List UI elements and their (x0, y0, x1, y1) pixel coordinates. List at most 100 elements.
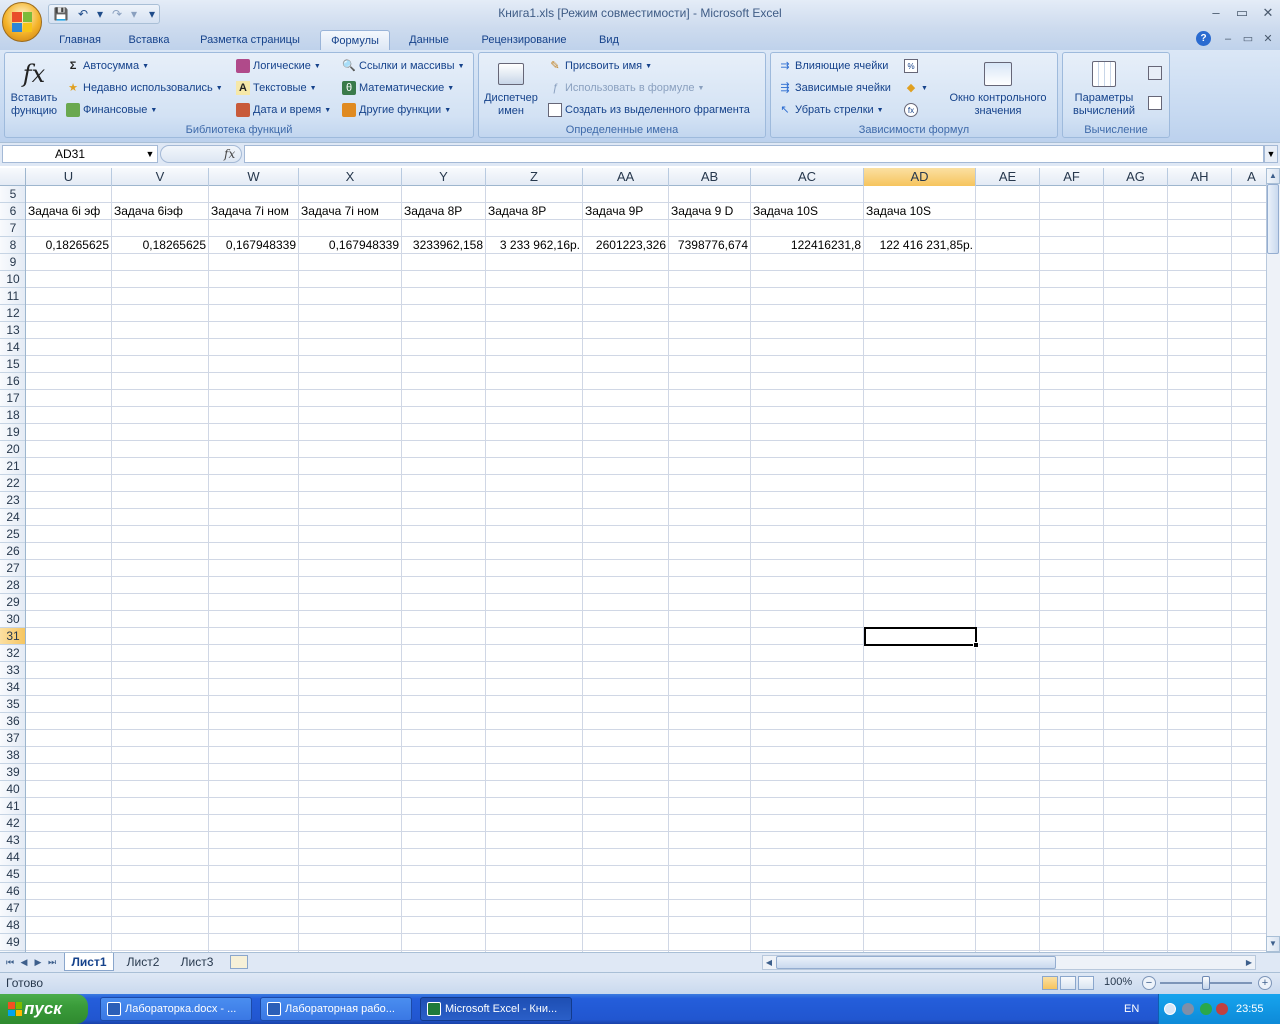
row-header-7[interactable]: 7 (0, 220, 25, 237)
column-header-Y[interactable]: Y (402, 168, 486, 186)
row-header-17[interactable]: 17 (0, 390, 25, 407)
row-header-30[interactable]: 30 (0, 611, 25, 628)
next-sheet-icon[interactable]: ▶ (32, 955, 44, 969)
column-header-AB[interactable]: AB (669, 168, 751, 186)
row-header-31[interactable]: 31 (0, 628, 25, 645)
maximize-button[interactable]: ▭ (1232, 4, 1252, 22)
calculate-now-button[interactable] (1148, 66, 1162, 80)
last-sheet-icon[interactable]: ⏭ (46, 955, 58, 969)
cell-U6[interactable]: Задача 6i эф (26, 203, 111, 220)
row-header-28[interactable]: 28 (0, 577, 25, 594)
financial-button[interactable]: Финансовые ▼ (66, 103, 157, 117)
workbook-restore-button[interactable]: ▭ (1238, 30, 1258, 48)
name-box[interactable]: AD31 (2, 145, 158, 163)
row-header-14[interactable]: 14 (0, 339, 25, 356)
redo-icon[interactable]: ↷ (109, 7, 125, 22)
row-header-10[interactable]: 10 (0, 271, 25, 288)
scroll-down-icon[interactable]: ▼ (1266, 936, 1280, 952)
select-all-corner[interactable] (0, 168, 26, 186)
active-cell-AD31[interactable] (864, 627, 977, 646)
language-indicator[interactable]: EN (1124, 1003, 1139, 1015)
cell-AD6[interactable]: Задача 10S (864, 203, 975, 220)
row-header-22[interactable]: 22 (0, 475, 25, 492)
column-header-Z[interactable]: Z (486, 168, 583, 186)
fill-handle[interactable] (973, 642, 979, 648)
tab-review[interactable]: Рецензирование (468, 30, 580, 50)
zoom-in-icon[interactable]: + (1258, 976, 1272, 990)
cell-V8[interactable]: 0,18265625 (112, 237, 208, 254)
name-manager-button[interactable]: Диспетчер имен (480, 58, 542, 118)
save-icon[interactable]: 💾 (53, 7, 69, 22)
cell-AB6[interactable]: Задача 9 D (669, 203, 750, 220)
redo-dropdown-icon[interactable]: ▾ (129, 7, 139, 22)
insert-function-icon[interactable]: fx (224, 146, 240, 162)
row-header-43[interactable]: 43 (0, 832, 25, 849)
sheet-tab-1[interactable]: Лист1 (64, 953, 114, 971)
row-header-8[interactable]: 8 (0, 237, 25, 254)
sheet-tab-2[interactable]: Лист2 (118, 953, 168, 971)
column-header-AC[interactable]: AC (751, 168, 864, 186)
cell-AA6[interactable]: Задача 9P (583, 203, 668, 220)
insert-sheet-icon[interactable] (230, 955, 248, 969)
trace-precedents-button[interactable]: ⇉ Влияющие ячейки (778, 59, 888, 73)
insert-function-button[interactable]: fx Вставить функцию (6, 58, 62, 118)
use-in-formula-button[interactable]: ƒ Использовать в формуле ▼ (548, 81, 705, 95)
row-header-40[interactable]: 40 (0, 781, 25, 798)
cell-X8[interactable]: 0,167948339 (299, 237, 401, 254)
row-header-46[interactable]: 46 (0, 883, 25, 900)
row-header-42[interactable]: 42 (0, 815, 25, 832)
tab-formulas[interactable]: Формулы (320, 30, 390, 50)
task-word-lab-work[interactable]: Лабораторная рабо... (260, 997, 412, 1021)
lookup-reference-button[interactable]: 🔍 Ссылки и массивы ▼ (342, 59, 464, 73)
row-header-48[interactable]: 48 (0, 917, 25, 934)
prev-sheet-icon[interactable]: ◀ (18, 955, 30, 969)
cell-Z6[interactable]: Задача 8P (486, 203, 582, 220)
formula-input[interactable] (244, 145, 1264, 163)
horizontal-scroll-thumb[interactable] (776, 956, 1056, 969)
tab-view[interactable]: Вид (588, 30, 630, 50)
error-checking-button[interactable]: ◆ ▼ (904, 81, 928, 95)
row-header-18[interactable]: 18 (0, 407, 25, 424)
row-header-32[interactable]: 32 (0, 645, 25, 662)
tab-page-layout[interactable]: Разметка страницы (188, 30, 312, 50)
row-header-35[interactable]: 35 (0, 696, 25, 713)
cell-Z8[interactable]: 3 233 962,16р. (486, 237, 582, 254)
close-button[interactable]: ✕ (1258, 4, 1278, 22)
cell-AA8[interactable]: 2601223,326 (583, 237, 668, 254)
row-header-33[interactable]: 33 (0, 662, 25, 679)
network-icon[interactable] (1182, 1003, 1194, 1015)
name-box-dropdown-icon[interactable]: ▼ (144, 146, 156, 162)
create-from-selection-button[interactable]: Создать из выделенного фрагмента (548, 103, 750, 117)
row-header-23[interactable]: 23 (0, 492, 25, 509)
row-header-25[interactable]: 25 (0, 526, 25, 543)
row-header-13[interactable]: 13 (0, 322, 25, 339)
logical-button[interactable]: Логические ▼ (236, 59, 321, 73)
column-header-AF[interactable]: AF (1040, 168, 1104, 186)
expand-formula-bar-icon[interactable]: ▼ (1264, 145, 1278, 163)
text-button[interactable]: A Текстовые ▼ (236, 81, 317, 95)
trace-dependents-button[interactable]: ⇶ Зависимые ячейки (778, 81, 891, 95)
row-header-21[interactable]: 21 (0, 458, 25, 475)
row-header-41[interactable]: 41 (0, 798, 25, 815)
calculate-sheet-button[interactable] (1148, 96, 1162, 110)
zoom-out-icon[interactable]: − (1142, 976, 1156, 990)
row-header-6[interactable]: 6 (0, 203, 25, 220)
office-button[interactable] (2, 2, 42, 42)
row-header-20[interactable]: 20 (0, 441, 25, 458)
scroll-left-icon[interactable]: ◀ (764, 956, 774, 969)
watch-window-button[interactable]: Окно контрольного значения (940, 58, 1056, 118)
undo-dropdown-icon[interactable]: ▾ (95, 7, 105, 22)
row-header-39[interactable]: 39 (0, 764, 25, 781)
row-header-44[interactable]: 44 (0, 849, 25, 866)
column-header-AH[interactable]: AH (1168, 168, 1232, 186)
workbook-minimize-button[interactable]: – (1218, 30, 1238, 48)
column-header-AG[interactable]: AG (1104, 168, 1168, 186)
vertical-scroll-thumb[interactable] (1267, 184, 1279, 254)
autosum-button[interactable]: Σ Автосумма ▼ (66, 59, 149, 73)
calculation-options-button[interactable]: Параметры вычислений (1064, 58, 1144, 118)
more-functions-button[interactable]: Другие функции ▼ (342, 103, 451, 117)
row-header-19[interactable]: 19 (0, 424, 25, 441)
zoom-level[interactable]: 100% (1104, 976, 1132, 988)
row-header-27[interactable]: 27 (0, 560, 25, 577)
row-header-34[interactable]: 34 (0, 679, 25, 696)
